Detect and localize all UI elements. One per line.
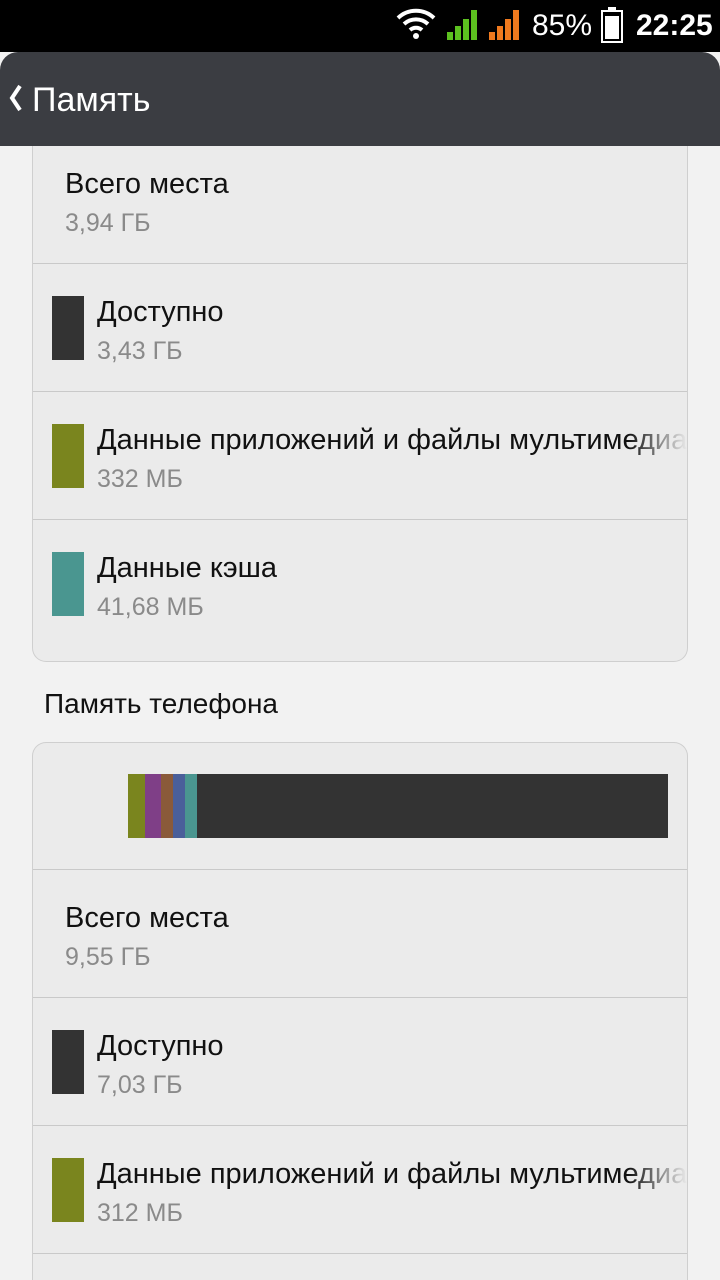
usage-segment-audio (161, 774, 173, 838)
color-swatch (52, 552, 84, 616)
row-value: 3,43 ГБ (97, 337, 183, 365)
section-title: Память телефона (44, 688, 279, 719)
row-label: Всего места (65, 168, 229, 200)
storage-card-top: Всего места 3,94 ГБ Доступно 3,43 ГБ Дан… (32, 146, 688, 662)
phone-memory-card: Всего места 9,55 ГБ Доступно 7,03 ГБ Дан… (32, 742, 688, 1280)
row-value: 312 МБ (97, 1199, 183, 1227)
usage-segment-pictures (145, 774, 161, 838)
wifi-icon (396, 6, 436, 45)
row-label: Доступно (97, 1030, 224, 1062)
usage-segment-apps (128, 774, 145, 838)
scroll-content[interactable]: Всего места 3,94 ГБ Доступно 3,43 ГБ Дан… (0, 146, 720, 1280)
color-swatch (52, 1030, 84, 1094)
list-item-available[interactable]: Доступно 3,43 ГБ (33, 264, 687, 392)
list-item-cache[interactable]: Данные кэша 41,68 МБ (33, 520, 687, 648)
row-label: Данные приложений и файлы мультимедиа (97, 1158, 687, 1190)
list-item-apps[interactable]: Данные приложений и файлы мультимедиа 33… (33, 392, 687, 520)
color-swatch (52, 1158, 84, 1222)
signal-sim1-icon (446, 8, 480, 45)
row-value: 9,55 ГБ (65, 943, 151, 971)
list-item-total[interactable]: Всего места 3,94 ГБ (33, 146, 687, 264)
list-item-available[interactable]: Доступно 7,03 ГБ (33, 998, 687, 1126)
row-value: 7,03 ГБ (97, 1071, 183, 1099)
usage-segment-available (197, 774, 668, 838)
list-item-total[interactable]: Всего места 9,55 ГБ (33, 870, 687, 998)
action-bar: Память (0, 52, 720, 146)
clock: 22:25 (636, 9, 713, 42)
list-item-apps[interactable]: Данные приложений и файлы мультимедиа 31… (33, 1126, 687, 1254)
usage-bar-row (33, 743, 687, 870)
color-swatch (52, 296, 84, 360)
row-value: 332 МБ (97, 465, 183, 493)
row-value: 41,68 МБ (97, 593, 204, 621)
battery-icon (601, 7, 623, 48)
page-title[interactable]: Память (32, 80, 150, 120)
row-value: 3,94 ГБ (65, 209, 151, 237)
row-label: Доступно (97, 296, 224, 328)
color-swatch (52, 424, 84, 488)
battery-percent: 85% (532, 9, 593, 42)
status-bar: 85% 22:25 (0, 0, 720, 52)
row-label: Данные кэша (97, 552, 278, 584)
row-label: Данные приложений и файлы мультимедиа (97, 424, 687, 456)
usage-segment-downloads (173, 774, 185, 838)
signal-sim2-icon (488, 8, 522, 45)
usage-segment-cache (185, 774, 197, 838)
row-label: Всего места (65, 902, 229, 934)
chevron-left-icon[interactable] (6, 82, 24, 119)
usage-bar (128, 774, 668, 838)
